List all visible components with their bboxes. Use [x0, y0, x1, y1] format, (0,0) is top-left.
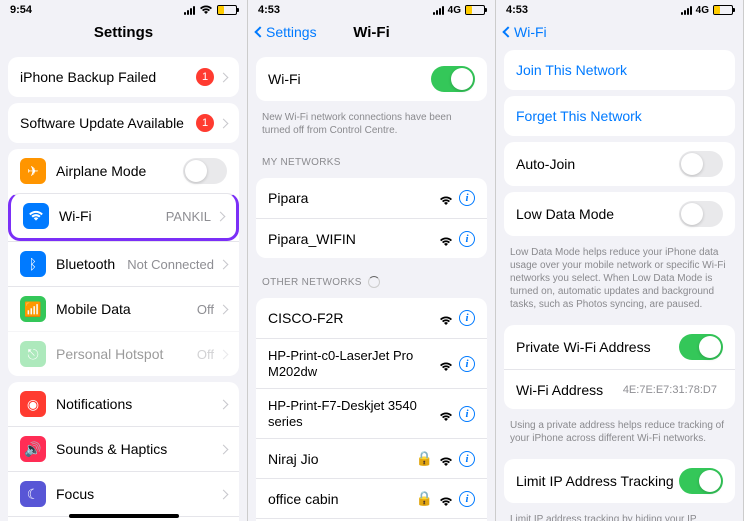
private-address-row: Private Wi-Fi Address	[504, 325, 735, 369]
wifi-detail-screen: 4:53 4G Wi-Fi Join This Network Forget T…	[496, 0, 744, 521]
iphone-backup-row[interactable]: iPhone Backup Failed 1	[8, 57, 239, 97]
network-type: 4G	[448, 5, 461, 16]
settings-screen: 9:54 Settings iPhone Backup Failed 1 Sof…	[0, 0, 248, 521]
low-data-note: Low Data Mode helps reduce your iPhone d…	[496, 242, 743, 319]
status-time: 4:53	[258, 4, 280, 16]
signal-icon	[184, 6, 195, 15]
chevron-right-icon	[216, 211, 226, 221]
wifi-list-screen: 4:53 4G Settings Wi-Fi Wi-Fi New Wi-Fi n…	[248, 0, 496, 521]
chevron-right-icon	[219, 118, 229, 128]
back-button[interactable]: Settings	[256, 24, 317, 40]
bell-icon: ◉	[20, 391, 46, 417]
chevron-right-icon	[219, 444, 229, 454]
limit-ip-toggle[interactable]	[679, 468, 723, 494]
hotspot-icon: ⎋	[20, 341, 46, 367]
wifi-address-row: Wi-Fi Address 4E:7E:E7:31:78:D7	[504, 369, 735, 409]
speaker-icon: 🔊	[20, 436, 46, 462]
badge-icon: 1	[196, 114, 214, 132]
battery-icon	[217, 5, 237, 15]
network-pipara-wifin[interactable]: Pipara_WIFIN i	[256, 218, 487, 258]
wifi-signal-icon	[439, 359, 453, 369]
status-bar: 4:53 4G	[248, 0, 495, 18]
join-network-button[interactable]: Join This Network	[504, 50, 735, 90]
autojoin-row: Auto-Join	[504, 142, 735, 186]
limit-ip-row: Limit IP Address Tracking	[504, 459, 735, 503]
autojoin-toggle[interactable]	[679, 151, 723, 177]
chevron-right-icon	[219, 489, 229, 499]
info-icon[interactable]: i	[459, 231, 475, 247]
private-address-toggle[interactable]	[679, 334, 723, 360]
low-data-toggle[interactable]	[679, 201, 723, 227]
spinner-icon	[368, 276, 380, 288]
back-button[interactable]: Wi-Fi	[504, 24, 547, 40]
wifi-row[interactable]: Wi-Fi PANKIL	[8, 193, 239, 241]
limit-note: Limit IP address tracking by hiding your…	[496, 509, 743, 521]
network-hp1[interactable]: HP-Print-c0-LaserJet Pro M202dwi	[256, 338, 487, 388]
chevron-right-icon	[219, 349, 229, 359]
wifi-status-icon	[199, 5, 213, 15]
chevron-right-icon	[219, 259, 229, 269]
badge-icon: 1	[196, 68, 214, 86]
chevron-left-icon	[254, 26, 265, 37]
my-networks-header: MY NETWORKS	[248, 145, 495, 172]
network-office[interactable]: office cabin🔒i	[256, 478, 487, 518]
chevron-left-icon	[502, 26, 513, 37]
battery-icon	[713, 5, 733, 15]
home-indicator[interactable]	[69, 514, 179, 518]
status-time: 4:53	[506, 4, 528, 16]
airplane-toggle[interactable]	[183, 158, 227, 184]
software-update-row[interactable]: Software Update Available 1	[8, 103, 239, 143]
chevron-right-icon	[219, 399, 229, 409]
info-icon[interactable]: i	[459, 451, 475, 467]
page-title: Settings	[0, 18, 247, 51]
focus-row[interactable]: ☾ Focus	[8, 471, 239, 516]
info-icon[interactable]: i	[459, 190, 475, 206]
wifi-master-toggle-row: Wi-Fi	[256, 57, 487, 101]
moon-icon: ☾	[20, 481, 46, 507]
mobile-data-row[interactable]: 📶 Mobile Data Off	[8, 286, 239, 331]
wifi-signal-icon	[439, 234, 453, 244]
hotspot-row[interactable]: ⎋ Personal Hotspot Off	[8, 331, 239, 376]
wifi-note: New Wi-Fi network connections have been …	[248, 107, 495, 145]
wifi-signal-icon	[439, 313, 453, 323]
wifi-signal-icon	[439, 494, 453, 504]
lock-icon: 🔒	[416, 490, 433, 507]
signal-icon	[433, 6, 444, 15]
forget-network-button[interactable]: Forget This Network	[504, 96, 735, 136]
info-icon[interactable]: i	[459, 356, 475, 372]
wifi-signal-icon	[439, 193, 453, 203]
status-bar: 4:53 4G	[496, 0, 743, 18]
page-title: Settings Wi-Fi	[248, 18, 495, 51]
network-hp2[interactable]: HP-Print-F7-Deskjet 3540 seriesi	[256, 388, 487, 438]
wifi-toggle[interactable]	[431, 66, 475, 92]
sounds-row[interactable]: 🔊 Sounds & Haptics	[8, 426, 239, 471]
notifications-row[interactable]: ◉ Notifications	[8, 382, 239, 426]
info-icon[interactable]: i	[459, 310, 475, 326]
page-header: Wi-Fi	[496, 18, 743, 44]
wifi-signal-icon	[439, 454, 453, 464]
wifi-icon	[23, 203, 49, 229]
airplane-icon: ✈	[20, 158, 46, 184]
signal-icon	[681, 6, 692, 15]
wifi-signal-icon	[439, 409, 453, 419]
airplane-mode-row[interactable]: ✈ Airplane Mode	[8, 149, 239, 193]
antenna-icon: 📶	[20, 296, 46, 322]
status-time: 9:54	[10, 4, 32, 16]
network-cisco[interactable]: CISCO-F2Ri	[256, 298, 487, 338]
battery-icon	[465, 5, 485, 15]
chevron-right-icon	[219, 304, 229, 314]
network-type: 4G	[696, 5, 709, 16]
info-icon[interactable]: i	[459, 406, 475, 422]
lock-icon: 🔒	[416, 450, 433, 467]
chevron-right-icon	[219, 72, 229, 82]
network-niraj[interactable]: Niraj Jio🔒i	[256, 438, 487, 478]
status-bar: 9:54	[0, 0, 247, 18]
bluetooth-icon: ᛒ	[20, 251, 46, 277]
bluetooth-row[interactable]: ᛒ Bluetooth Not Connected	[8, 241, 239, 286]
low-data-mode-row: Low Data Mode	[504, 192, 735, 236]
network-pipara[interactable]: Pipara i	[256, 178, 487, 218]
info-icon[interactable]: i	[459, 491, 475, 507]
private-note: Using a private address helps reduce tra…	[496, 415, 743, 453]
other-networks-header: OTHER NETWORKS	[248, 264, 495, 292]
